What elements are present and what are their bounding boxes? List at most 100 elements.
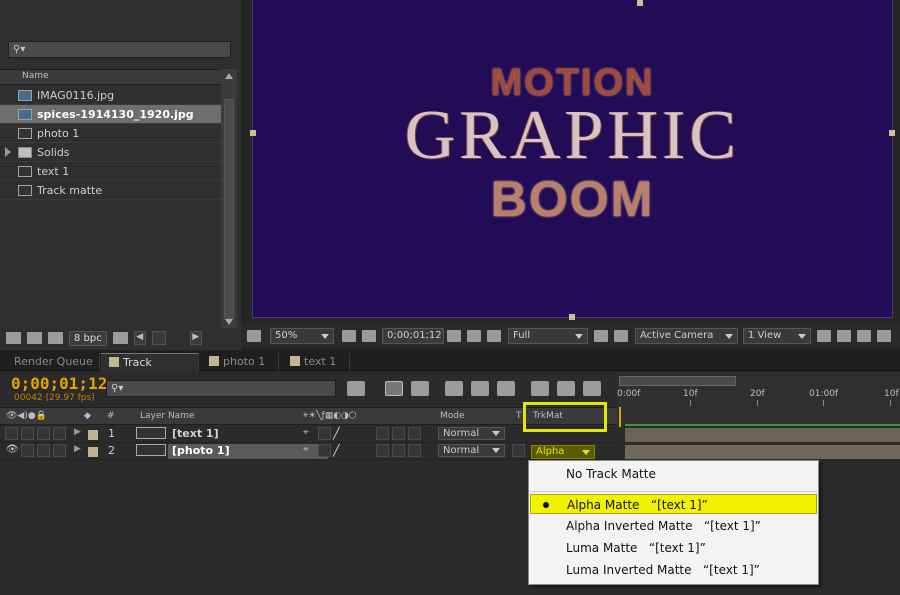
transparency-grid-icon[interactable] xyxy=(614,330,628,342)
snapshot-camera-icon[interactable] xyxy=(447,330,461,342)
menu-item-luma-matte[interactable]: Luma Matte “[text 1]” xyxy=(530,538,817,558)
project-item-text1[interactable]: text 1 xyxy=(0,162,221,181)
tab-track-matte[interactable]: Track matte× xyxy=(101,353,199,386)
mode-dropdown[interactable]: Normal xyxy=(438,427,505,440)
menu-item-no-track-matte[interactable]: No Track Matte xyxy=(530,464,817,484)
solo-toggle[interactable] xyxy=(37,444,50,457)
3d-layer-switch[interactable] xyxy=(408,444,421,457)
layer-row-text1[interactable]: ▶ 1 [text 1] ⌖ ╱ Normal xyxy=(0,426,617,443)
work-area-bar[interactable] xyxy=(619,376,736,386)
show-snapshot-icon[interactable] xyxy=(467,330,481,342)
motion-blur-switch[interactable] xyxy=(376,427,389,440)
always-preview-icon[interactable] xyxy=(247,330,261,342)
transform-handle[interactable] xyxy=(637,0,643,6)
timeline-current-time[interactable]: 0;00;01;12 xyxy=(11,374,107,393)
timeline-search-input[interactable]: ⚲▾ xyxy=(106,380,336,397)
project-scrollbar[interactable] xyxy=(221,69,237,329)
new-folder-icon[interactable] xyxy=(27,332,42,344)
transform-handle[interactable] xyxy=(569,314,575,320)
grid-guide-icon[interactable] xyxy=(342,330,356,342)
flowchart-icon[interactable] xyxy=(857,330,871,342)
expand-triangle-icon[interactable]: ▶ xyxy=(74,444,81,454)
project-search-input[interactable]: ⚲▾ xyxy=(8,41,231,58)
menu-item-luma-inverted-matte[interactable]: Luma Inverted Matte “[text 1]” xyxy=(530,560,817,580)
interpret-footage-icon[interactable] xyxy=(6,332,21,344)
label-color-swatch[interactable] xyxy=(88,430,98,440)
layer-switches-icon[interactable]: ⌖☀╲ƒ▦◐◑⬡ xyxy=(303,411,357,421)
current-time-indicator[interactable] xyxy=(619,407,621,427)
menu-item-alpha-inverted-matte[interactable]: Alpha Inverted Matte “[text 1]” xyxy=(530,516,817,536)
adjustment-switch[interactable] xyxy=(392,444,405,457)
transform-handle[interactable] xyxy=(250,130,256,136)
frame-blending-icon[interactable] xyxy=(471,381,489,396)
tab-photo-1[interactable]: photo 1 xyxy=(201,353,279,371)
collapse-switch[interactable] xyxy=(318,444,331,457)
exposure-icon[interactable] xyxy=(877,330,891,342)
trash-icon[interactable] xyxy=(112,332,128,344)
composition-canvas[interactable]: MOTION GRAPHIC BOOM xyxy=(250,0,895,320)
project-item-track-matte[interactable]: Track matte xyxy=(0,181,221,200)
audio-toggle[interactable] xyxy=(21,427,34,440)
layer-row-photo1[interactable]: 👁 ▶ 2 [photo 1] ⌖ ╱ Normal xyxy=(0,443,617,460)
eye-icon[interactable]: 👁 xyxy=(6,444,19,455)
label-tag-icon[interactable]: ◆ xyxy=(84,411,91,421)
view-layout-dropdown[interactable]: 1 View xyxy=(743,328,811,344)
tab-text-1[interactable]: text 1 xyxy=(282,353,350,371)
bit-depth-button[interactable]: 8 bpc xyxy=(69,330,107,346)
auto-keyframe-icon[interactable] xyxy=(557,381,575,396)
project-item-solids[interactable]: Solids xyxy=(0,143,221,162)
quality-switch-icon[interactable]: ╱ xyxy=(333,427,340,440)
transform-handle[interactable] xyxy=(889,130,895,136)
scroll-right-icon[interactable]: ▶ xyxy=(189,331,202,345)
label-color-swatch[interactable] xyxy=(88,447,98,457)
quality-switch-icon[interactable]: ╱ xyxy=(333,444,340,457)
trkmat-dropdown[interactable]: Alpha xyxy=(531,445,595,459)
shy-switch-icon[interactable]: ⌖ xyxy=(303,427,309,438)
mask-visibility-icon[interactable] xyxy=(362,330,376,342)
mode-dropdown[interactable]: Normal xyxy=(438,444,505,457)
color-channel-icon[interactable] xyxy=(487,330,501,342)
live-update-icon[interactable] xyxy=(385,381,403,396)
scroll-left-icon[interactable]: ◀ xyxy=(133,331,146,345)
menu-item-alpha-matte[interactable]: Alpha Matte “[text 1]” xyxy=(530,494,817,514)
hide-shy-layers-icon[interactable] xyxy=(445,381,463,396)
comp-mini-flowchart-icon[interactable] xyxy=(347,381,365,396)
brainstorm-icon[interactable] xyxy=(531,381,549,396)
new-composition-icon[interactable] xyxy=(48,332,63,344)
project-item-photo1[interactable]: photo 1 xyxy=(0,124,221,143)
region-of-interest-icon[interactable] xyxy=(594,330,608,342)
lock-toggle[interactable] xyxy=(53,444,66,457)
draft-3d-icon[interactable] xyxy=(411,381,429,396)
collapse-switch[interactable] xyxy=(318,427,331,440)
lock-toggle[interactable] xyxy=(53,427,66,440)
expand-triangle-icon[interactable] xyxy=(5,147,11,157)
camera-view-dropdown[interactable]: Active Camera xyxy=(635,328,738,344)
expand-triangle-icon[interactable]: ▶ xyxy=(74,427,81,437)
resolution-dropdown[interactable]: Full xyxy=(508,328,588,344)
current-time-field[interactable]: 0;00;01;12 xyxy=(382,328,444,344)
video-toggle[interactable] xyxy=(5,427,18,440)
timeline-icon[interactable] xyxy=(837,330,851,342)
graph-editor-icon[interactable] xyxy=(583,381,601,396)
layer-duration-bar-text1[interactable] xyxy=(625,428,900,442)
3d-layer-switch[interactable] xyxy=(408,427,421,440)
scroll-up-icon[interactable] xyxy=(225,73,233,79)
motion-blur-switch[interactable] xyxy=(376,444,389,457)
scroll-down-icon[interactable] xyxy=(225,319,233,325)
adjustment-switch[interactable] xyxy=(392,427,405,440)
zoom-dropdown[interactable]: 50% xyxy=(270,328,334,344)
fast-previews-icon[interactable] xyxy=(817,330,831,342)
project-item-spices[interactable]: spices-1914130_1920.jpg xyxy=(0,105,221,124)
audio-toggle[interactable] xyxy=(21,444,34,457)
motion-blur-icon[interactable] xyxy=(497,381,515,396)
horizontal-scroll-thumb[interactable] xyxy=(151,331,166,345)
solo-toggle[interactable] xyxy=(37,427,50,440)
shy-switch-icon[interactable]: ⌖ xyxy=(303,444,309,455)
av-switches-icon[interactable]: 👁◀)●🔒 xyxy=(6,411,47,421)
preserve-transparency-toggle[interactable] xyxy=(512,444,525,457)
layer-duration-bar-photo1[interactable] xyxy=(625,445,900,459)
scroll-thumb[interactable] xyxy=(224,99,234,319)
layer-name-column-label[interactable]: Layer Name xyxy=(140,411,195,421)
project-item-imag0116[interactable]: IMAG0116.jpg xyxy=(0,86,221,105)
tab-render-queue[interactable]: Render Queue xyxy=(2,353,100,371)
